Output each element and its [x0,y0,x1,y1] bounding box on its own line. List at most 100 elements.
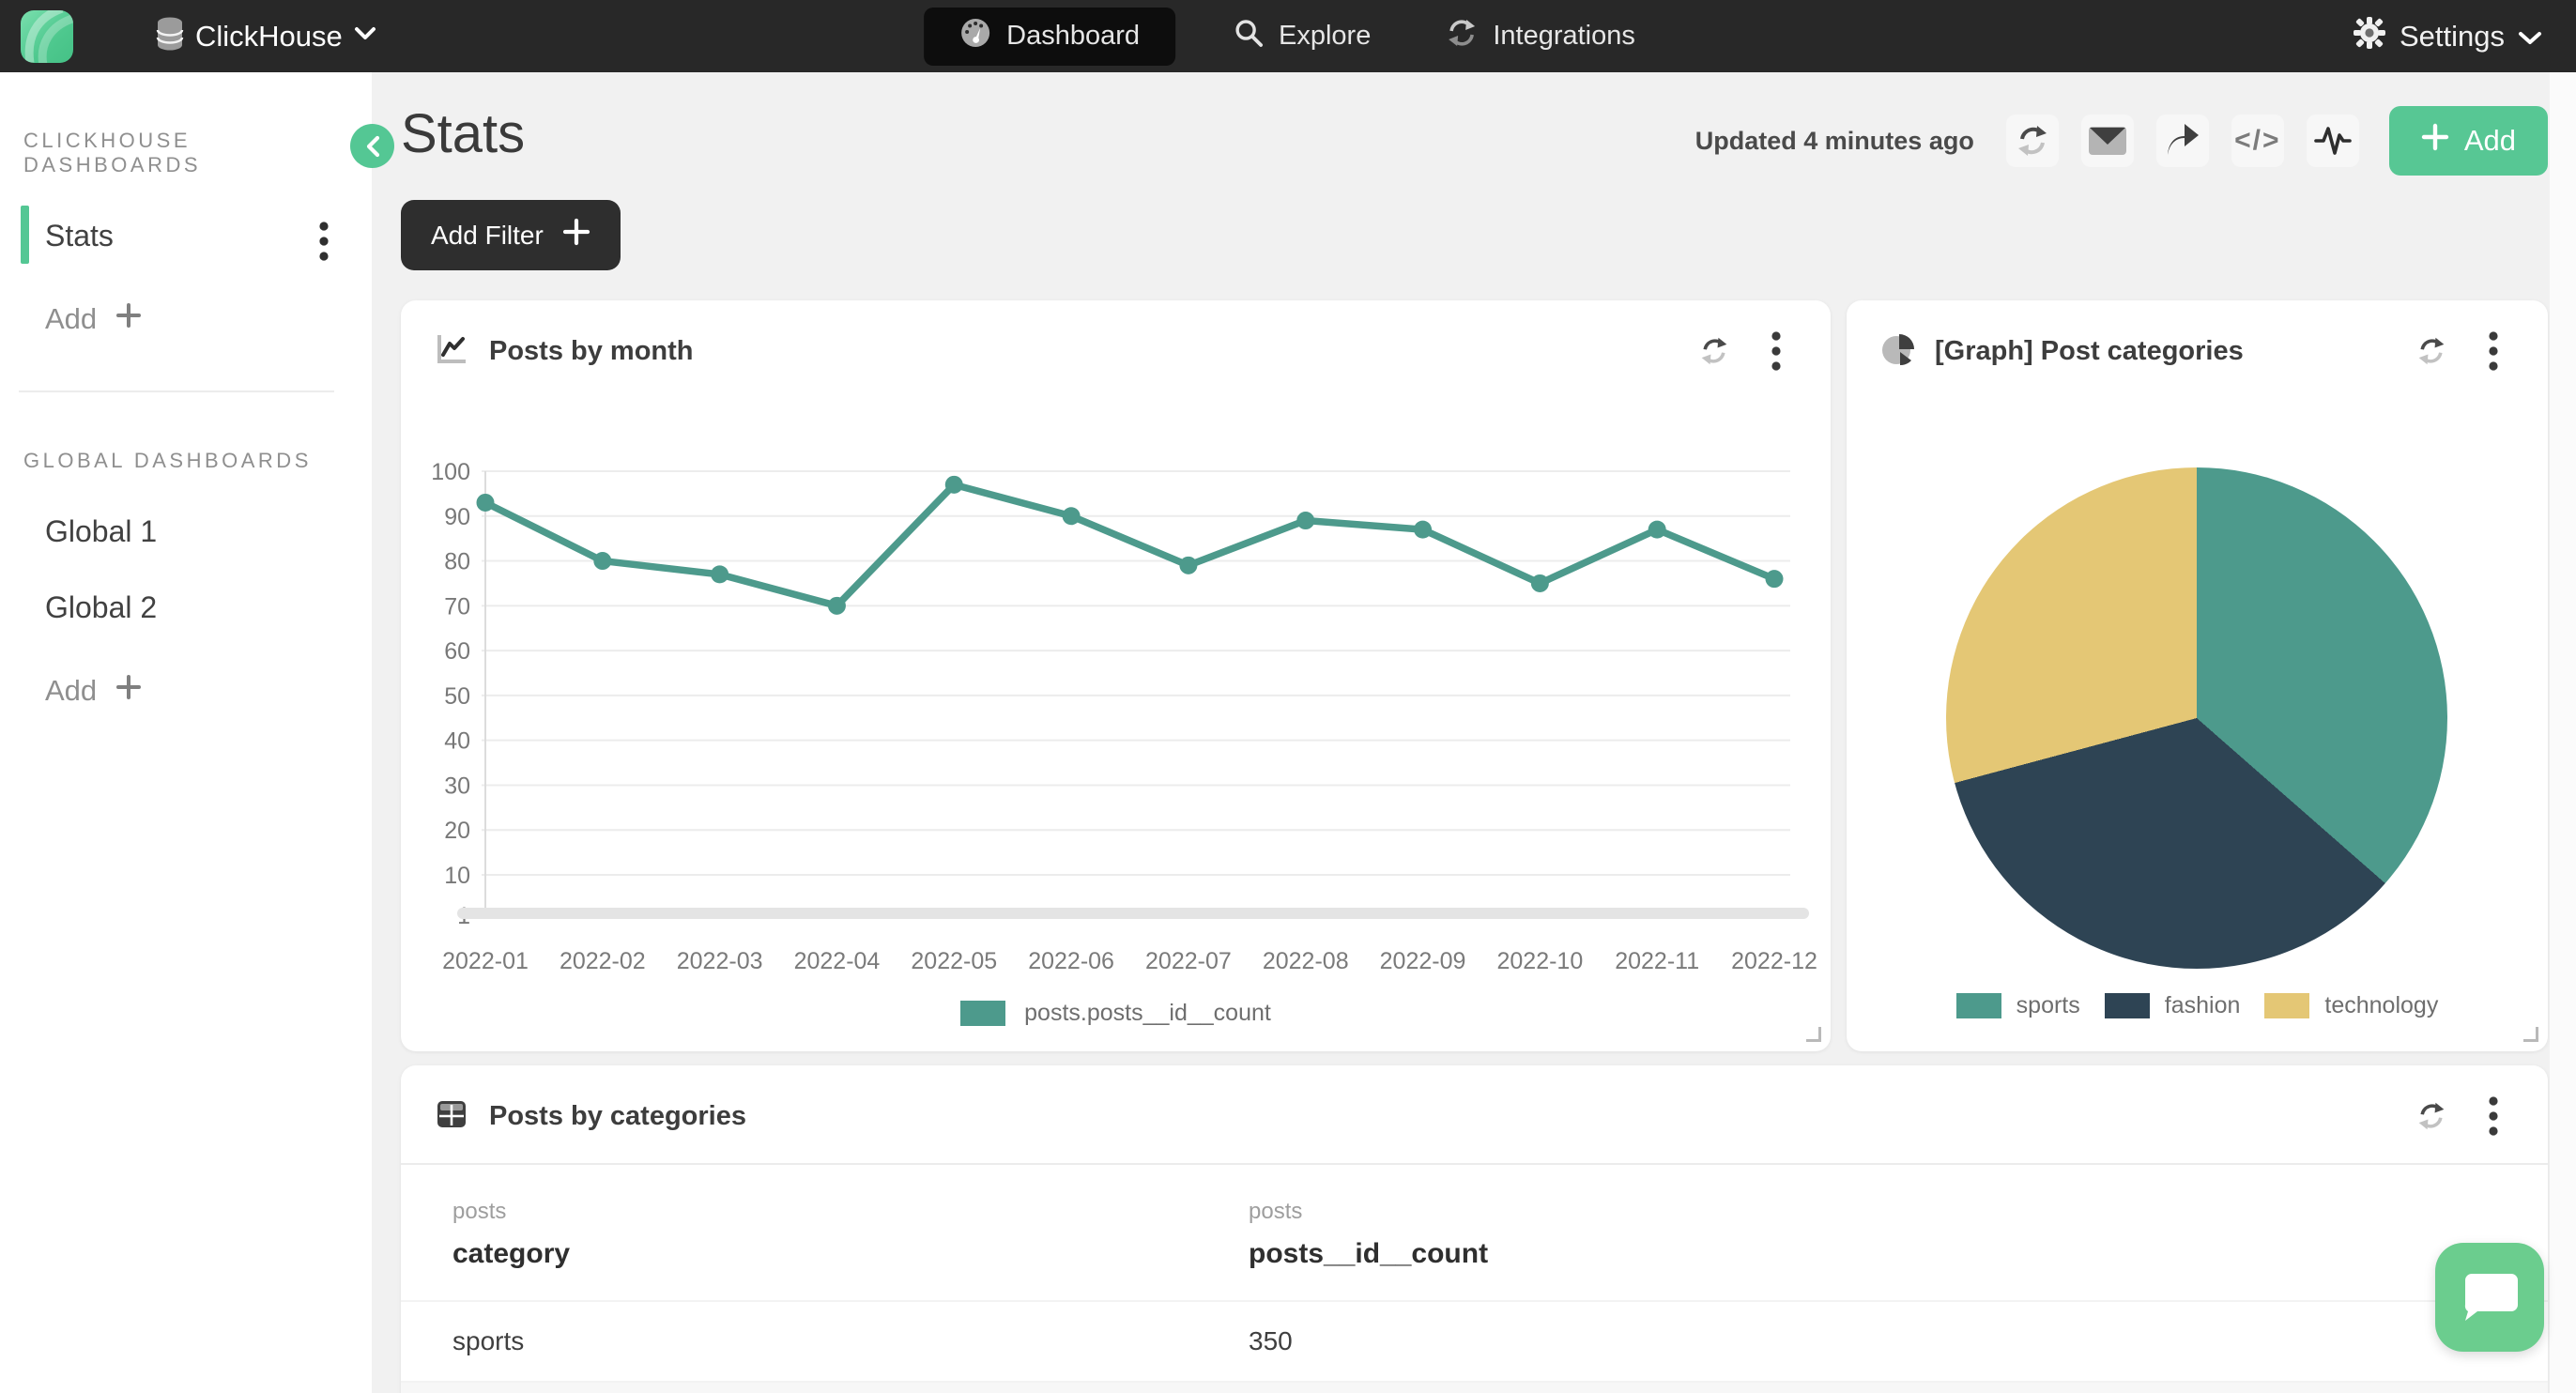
sidebar-collapse-button[interactable] [350,124,394,168]
svg-text:20: 20 [444,818,470,844]
kebab-menu-icon[interactable] [2473,330,2514,372]
legend-label: posts.posts__id__count [1024,1000,1271,1027]
table-row[interactable]: sports350 [401,1300,2548,1381]
sidebar-item-global-1[interactable]: Global 1 [0,514,372,549]
sync-icon [1446,18,1478,55]
svg-text:2022-09: 2022-09 [1380,948,1466,974]
card-title: [Graph] Post categories [1935,336,2244,367]
share-button[interactable] [2156,115,2209,167]
add-chart-button[interactable]: Add [2389,106,2548,176]
pie-legend-item[interactable]: fashion [2105,992,2241,1019]
svg-text:2022-07: 2022-07 [1145,948,1232,974]
svg-text:2022-02: 2022-02 [560,948,646,974]
brand-name: ClickHouse [195,20,343,54]
table-cell: sports [452,1326,1249,1356]
card-title: Posts by categories [489,1101,746,1132]
chevron-down-icon [354,26,376,46]
pie-legend-item[interactable]: sports [1956,992,2080,1019]
tab-explore[interactable]: Explore [1217,8,1388,66]
sidebar-item-global-2[interactable]: Global 2 [0,590,372,625]
column-group: posts [452,1199,1249,1225]
code-embed-button[interactable]: </> [2231,115,2284,167]
line-chart-legend[interactable]: posts.posts__id__count [401,1000,1831,1027]
tab-label: Integrations [1493,21,1635,52]
kebab-menu-icon[interactable] [1756,330,1797,372]
svg-text:90: 90 [444,504,470,530]
svg-text:10: 10 [444,863,470,889]
sidebar-item-stats[interactable]: Stats [0,219,372,253]
resize-handle[interactable] [2523,1027,2538,1042]
database-icon [156,17,184,55]
svg-text:80: 80 [444,549,470,575]
pie-chart-legend: sports fashion technology [1847,992,2548,1019]
last-updated-text: Updated 4 minutes ago [1695,127,1974,156]
svg-text:70: 70 [444,593,470,620]
app-logo[interactable] [21,10,73,63]
table-row[interactable]: fashion330 [401,1381,2548,1393]
main-nav-tabs: Dashboard Explore Integrations [924,0,1652,72]
kebab-menu-icon[interactable] [2473,1095,2514,1137]
refresh-chart-button[interactable] [1694,330,1735,372]
column-name[interactable]: category [452,1238,1249,1270]
sidebar-item-label: Global 2 [45,590,157,624]
email-report-button[interactable] [2081,115,2134,167]
settings-label: Settings [2400,20,2505,54]
legend-label: fashion [2165,992,2241,1019]
legend-swatch [960,1001,1005,1026]
activity-button[interactable] [2307,115,2359,167]
svg-text:2022-01: 2022-01 [442,948,529,974]
dashboard-main: Stats Updated 4 minutes ago </> [372,72,2576,1393]
svg-text:2022-03: 2022-03 [677,948,763,974]
plus-icon [2421,123,2449,159]
page-title: Stats [401,102,525,165]
plus-icon [115,674,142,708]
pie-legend-item[interactable]: technology [2264,992,2438,1019]
add-filter-label: Add Filter [431,221,544,251]
tab-dashboard[interactable]: Dashboard [924,8,1175,66]
plus-icon [562,218,590,253]
post-categories-card: [Graph] Post categories sports fashion tec… [1847,300,2548,1051]
sidebar-add-dashboard[interactable]: Add [0,302,372,336]
code-icon: </> [2234,125,2280,157]
sidebar-section-title: GLOBAL DASHBOARDS [23,449,372,473]
legend-label: technology [2324,992,2438,1019]
tab-label: Explore [1279,21,1371,52]
pie-chart-icon [1880,332,1914,371]
kebab-menu-icon[interactable] [319,221,329,269]
refresh-dashboard-button[interactable] [2006,115,2059,167]
settings-menu[interactable]: Settings [2353,16,2542,57]
top-navbar: ClickHouse Dashboard Explore Integration… [0,0,2576,72]
table-body: sports350fashion330 [401,1300,2548,1393]
svg-text:2022-12: 2022-12 [1731,948,1817,974]
connection-selector[interactable]: ClickHouse [156,17,376,55]
resize-handle[interactable] [1806,1027,1821,1042]
refresh-chart-button[interactable] [2411,330,2452,372]
svg-text:2022-08: 2022-08 [1263,948,1349,974]
add-filter-button[interactable]: Add Filter [401,200,621,270]
dashboards-sidebar: CLICKHOUSE DASHBOARDS Stats Add GLOBAL D… [0,72,372,1393]
card-title: Posts by month [489,336,694,367]
svg-text:2022-11: 2022-11 [1615,948,1699,974]
pie-chart[interactable] [1946,467,2447,969]
sidebar-item-label: Global 1 [45,514,157,548]
svg-text:2022-04: 2022-04 [794,948,881,974]
svg-text:2022-05: 2022-05 [911,948,997,974]
tab-integrations[interactable]: Integrations [1429,8,1652,66]
plus-icon [115,302,142,336]
gauge-icon [959,17,991,56]
sidebar-section-title: CLICKHOUSE DASHBOARDS [23,129,372,177]
sidebar-item-label: Stats [45,219,114,253]
add-button-label: Add [2464,124,2516,158]
sidebar-add-global-dashboard[interactable]: Add [0,674,372,708]
svg-text:50: 50 [444,683,470,710]
sidebar-divider [19,390,334,392]
legend-label: sports [2016,992,2080,1019]
chat-widget-button[interactable] [2435,1243,2544,1352]
legend-swatch [1956,993,2001,1018]
column-name[interactable]: posts__id__count [1249,1238,2045,1270]
table-icon [435,1097,468,1136]
refresh-chart-button[interactable] [2411,1095,2452,1137]
svg-text:30: 30 [444,773,470,799]
scrollbar-gutter[interactable] [2550,72,2576,1393]
search-icon [1234,18,1264,55]
